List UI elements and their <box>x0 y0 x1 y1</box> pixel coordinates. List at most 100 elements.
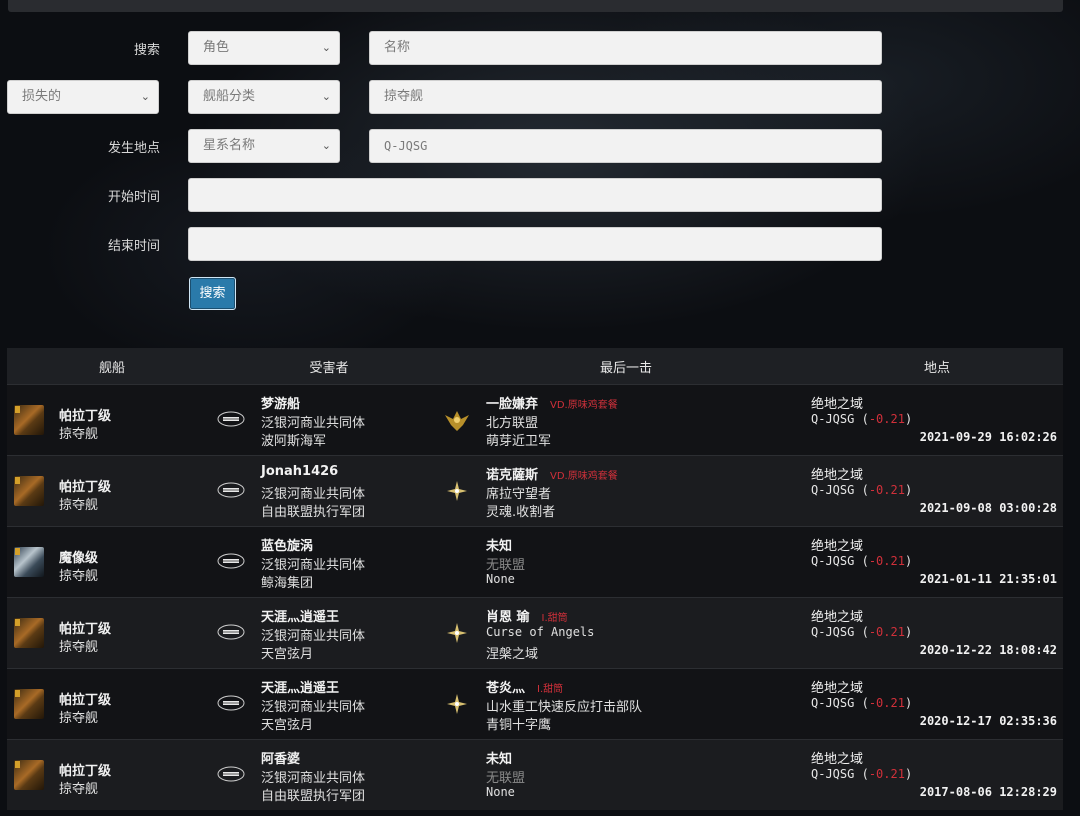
ship-name[interactable]: 帕拉丁级 <box>59 618 111 637</box>
victim-corp[interactable]: 泛银河商业共同体 <box>261 625 365 644</box>
ship-name[interactable]: 魔像级 <box>59 547 98 566</box>
victim-alliance[interactable]: 自由联盟执行军团 <box>261 785 365 804</box>
killer-pilot[interactable]: 苍炎灬 I.甜筒 <box>486 677 563 696</box>
killer-pilot-name[interactable]: 诺克薩斯 <box>486 468 538 483</box>
killer-pilot[interactable]: 未知 <box>486 535 512 554</box>
victim-corp[interactable]: 泛银河商业共同体 <box>261 696 365 715</box>
system-name[interactable]: Q-JQSG (-0.21) <box>811 696 912 710</box>
killer-pilot-name[interactable]: 未知 <box>486 752 512 767</box>
killer-pilot[interactable]: 诺克薩斯 VD.原味鸡套餐 <box>486 464 618 483</box>
victim-pilot[interactable]: Jonah1426 <box>261 464 338 479</box>
system-select[interactable]: 星系名称 ⌄ <box>188 129 340 163</box>
system-input[interactable]: Q-JQSG <box>369 129 882 163</box>
ship-image-icon[interactable] <box>14 476 44 506</box>
killer-corp[interactable]: Curse of Angels <box>486 625 594 639</box>
region-name[interactable]: 绝地之域 <box>811 606 863 625</box>
victim-corp[interactable]: 泛银河商业共同体 <box>261 412 365 431</box>
killer-alliance[interactable]: 萌芽近卫军 <box>486 430 551 449</box>
victim-pilot[interactable]: 梦游船 <box>261 393 300 412</box>
loss-select[interactable]: 损失的 ⌄ <box>7 80 159 114</box>
killer-corp[interactable]: 席拉守望者 <box>486 483 551 502</box>
table-row[interactable]: 魔像级 掠夺舰 蓝色旋涡 泛银河商业共同体 鲸海集团 未知 无联盟 None 绝… <box>7 526 1063 598</box>
table-row[interactable]: 帕拉丁级 掠夺舰 天涯灬逍遥王 泛银河商业共同体 天宫弦月 苍炎灬 I.甜筒 山水… <box>7 668 1063 740</box>
table-row[interactable]: 帕拉丁级 掠夺舰 梦游船 泛银河商业共同体 波阿斯海军 一脸嫌弃 VD.原味鸡套餐… <box>7 384 1063 456</box>
region-name[interactable]: 绝地之域 <box>811 535 863 554</box>
region-name[interactable]: 绝地之域 <box>811 464 863 483</box>
system-label[interactable]: Q-JQSG <box>811 412 854 426</box>
ship-name[interactable]: 帕拉丁级 <box>59 760 111 779</box>
ship-cell[interactable]: 帕拉丁级 掠夺舰 <box>7 385 217 455</box>
system-name[interactable]: Q-JQSG (-0.21) <box>811 554 912 568</box>
killer-alliance[interactable]: None <box>486 572 515 586</box>
victim-alliance[interactable]: 天宫弦月 <box>261 643 313 662</box>
killer-corp[interactable]: 北方联盟 <box>486 412 538 431</box>
killer-corp[interactable]: 山水重工快速反应打击部队 <box>486 696 642 715</box>
ship-input[interactable]: 掠夺舰 <box>369 80 882 114</box>
killer-pilot-name[interactable]: 苍炎灬 <box>486 681 525 696</box>
table-row[interactable]: 帕拉丁级 掠夺舰 天涯灬逍遥王 泛银河商业共同体 天宫弦月 肖恩 瑜 I.甜筒 C… <box>7 597 1063 669</box>
system-name[interactable]: Q-JQSG (-0.21) <box>811 412 912 426</box>
system-label[interactable]: Q-JQSG <box>811 554 854 568</box>
system-name[interactable]: Q-JQSG (-0.21) <box>811 767 912 781</box>
system-label[interactable]: Q-JQSG <box>811 767 854 781</box>
victim-alliance[interactable]: 自由联盟执行军团 <box>261 501 365 520</box>
killer-alliance[interactable]: 涅槃之域 <box>486 643 538 662</box>
col-header-location: 地点 <box>811 348 1063 385</box>
end-time-label: 结束时间 <box>107 239 160 254</box>
ship-image-icon[interactable] <box>14 689 44 719</box>
final-blow-cell: 未知 无联盟 None <box>441 527 811 597</box>
killer-corp[interactable]: 无联盟 <box>486 554 525 573</box>
table-row[interactable]: 帕拉丁级 掠夺舰 阿香婆 泛银河商业共同体 自由联盟执行军团 未知 无联盟 No… <box>7 739 1063 810</box>
end-time-input[interactable] <box>188 227 882 261</box>
victim-corp[interactable]: 泛银河商业共同体 <box>261 554 365 573</box>
victim-alliance[interactable]: 波阿斯海军 <box>261 430 326 449</box>
region-name[interactable]: 绝地之域 <box>811 393 863 412</box>
victim-corp[interactable]: 泛银河商业共同体 <box>261 767 365 786</box>
killer-pilot[interactable]: 一脸嫌弃 VD.原味鸡套餐 <box>486 393 618 412</box>
ship-name[interactable]: 帕拉丁级 <box>59 689 111 708</box>
ship-cell[interactable]: 帕拉丁级 掠夺舰 <box>7 456 217 526</box>
ship-cell[interactable]: 魔像级 掠夺舰 <box>7 527 217 597</box>
wings-emblem-icon <box>445 411 469 431</box>
start-time-input[interactable] <box>188 178 882 212</box>
corp-logo-icon <box>217 482 245 498</box>
final-blow-cell: 苍炎灬 I.甜筒 山水重工快速反应打击部队 青铜十字鹰 <box>441 669 811 739</box>
victim-pilot[interactable]: 阿香婆 <box>261 748 300 767</box>
search-button[interactable]: 搜索 <box>189 277 236 310</box>
role-select[interactable]: 角色 ⌄ <box>188 31 340 65</box>
ship-cell[interactable]: 帕拉丁级 掠夺舰 <box>7 669 217 739</box>
ship-image-icon[interactable] <box>14 405 44 435</box>
victim-alliance[interactable]: 天宫弦月 <box>261 714 313 733</box>
killer-pilot-name[interactable]: 一脸嫌弃 <box>486 397 538 412</box>
ship-name[interactable]: 帕拉丁级 <box>59 405 111 424</box>
ship-image-icon[interactable] <box>14 760 44 790</box>
ship-name[interactable]: 帕拉丁级 <box>59 476 111 495</box>
ship-category-select[interactable]: 舰船分类 ⌄ <box>188 80 340 114</box>
killer-pilot-name[interactable]: 肖恩 瑜 <box>486 610 530 625</box>
victim-pilot[interactable]: 蓝色旋涡 <box>261 535 313 554</box>
ship-cell[interactable]: 帕拉丁级 掠夺舰 <box>7 740 217 810</box>
system-label[interactable]: Q-JQSG <box>811 483 854 497</box>
victim-alliance[interactable]: 鲸海集团 <box>261 572 313 591</box>
killer-alliance[interactable]: None <box>486 785 515 799</box>
system-name[interactable]: Q-JQSG (-0.21) <box>811 625 912 639</box>
ship-cell[interactable]: 帕拉丁级 掠夺舰 <box>7 598 217 668</box>
killer-corp[interactable]: 无联盟 <box>486 767 525 786</box>
region-name[interactable]: 绝地之域 <box>811 677 863 696</box>
killer-pilot[interactable]: 未知 <box>486 748 512 767</box>
victim-corp[interactable]: 泛银河商业共同体 <box>261 483 365 502</box>
killer-pilot[interactable]: 肖恩 瑜 I.甜筒 <box>486 606 568 625</box>
region-name[interactable]: 绝地之域 <box>811 748 863 767</box>
system-name[interactable]: Q-JQSG (-0.21) <box>811 483 912 497</box>
killer-pilot-name[interactable]: 未知 <box>486 539 512 554</box>
system-label[interactable]: Q-JQSG <box>811 696 854 710</box>
victim-pilot[interactable]: 天涯灬逍遥王 <box>261 606 339 625</box>
system-label[interactable]: Q-JQSG <box>811 625 854 639</box>
ship-image-icon[interactable] <box>14 547 44 577</box>
ship-image-icon[interactable] <box>14 618 44 648</box>
killer-alliance[interactable]: 灵魂.收割者 <box>486 501 555 520</box>
table-row[interactable]: 帕拉丁级 掠夺舰 Jonah1426 泛银河商业共同体 自由联盟执行军团 诺克薩… <box>7 455 1063 527</box>
name-input[interactable]: 名称 <box>369 31 882 65</box>
victim-pilot[interactable]: 天涯灬逍遥王 <box>261 677 339 696</box>
killer-alliance[interactable]: 青铜十字鹰 <box>486 714 551 733</box>
